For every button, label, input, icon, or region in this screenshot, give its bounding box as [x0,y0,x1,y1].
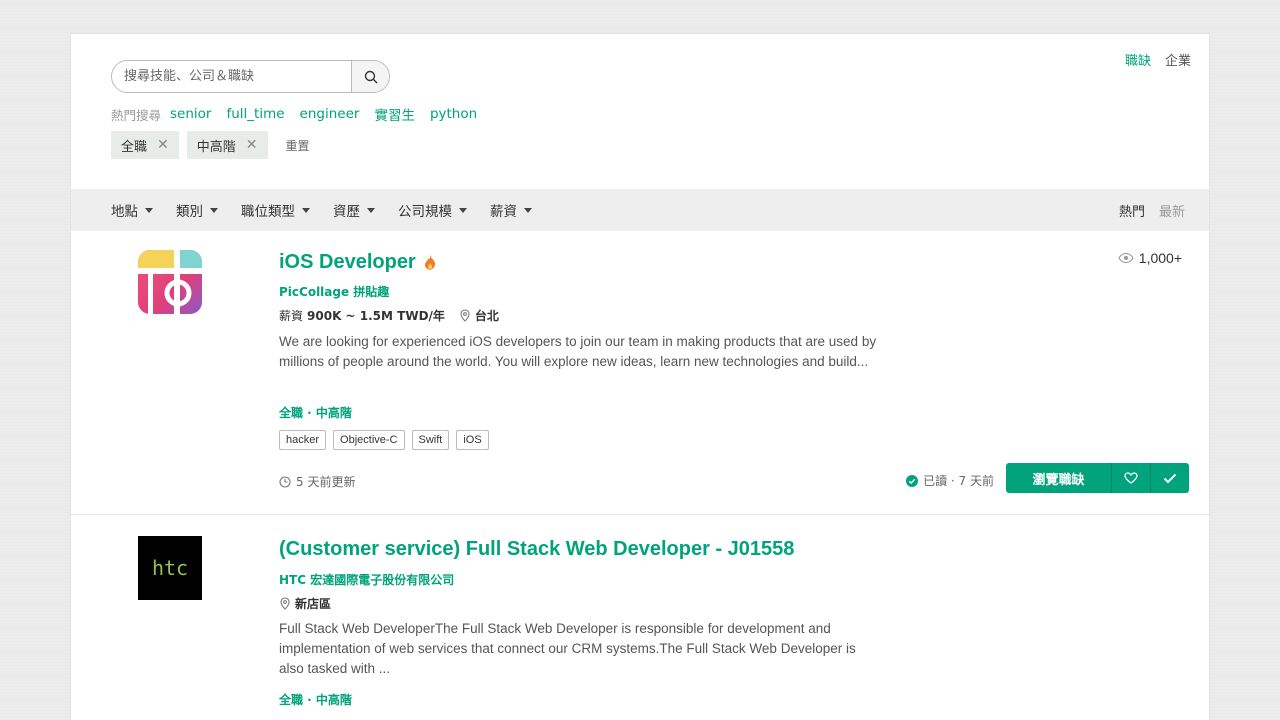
job-item: iOS Developer PicCollage 拼貼趣 薪資 900K ~ 1… [71,231,1209,515]
caret-down-icon [302,207,310,213]
caret-down-icon [524,207,532,213]
close-icon[interactable]: ✕ [246,137,258,153]
close-icon[interactable]: ✕ [157,137,169,153]
location-pin-icon [280,597,290,610]
caret-down-icon [459,207,467,213]
heart-icon [1124,472,1138,484]
read-status-label: 已讀 · 7 天前 [923,474,994,488]
filter-label: 薪資 [490,204,517,220]
hot-keyword[interactable]: 實習生 [374,104,415,124]
filter-label: 類別 [176,204,203,220]
chip-label: 全職 [121,139,148,155]
job-title: (Customer service) Full Stack Web Develo… [279,538,795,560]
job-description: Full Stack Web DeveloperThe Full Stack W… [279,621,856,676]
updated-label: 5 天前更新 [296,475,356,489]
job-title: iOS Developer [279,251,416,273]
check-circle-icon [906,474,919,487]
job-description: We are looking for experienced iOS devel… [279,334,877,369]
hot-keyword[interactable]: senior [170,106,211,122]
filter-salary-dropdown[interactable]: 薪資 [490,200,532,220]
job-listing-panel: 職缺 企業 熱門搜尋 senior full_time engineer 實習生… [70,33,1210,720]
job-meta: 薪資 900K ~ 1.5M TWD/年 台北 [279,307,499,324]
sort-options: 熱門 最新 [1119,201,1185,220]
search-box [111,60,390,93]
view-job-button[interactable]: 瀏覽職缺 [1006,463,1111,493]
active-filter-chips: 全職 ✕ 中高階 ✕ 重置 [111,131,310,159]
filter-label: 地點 [111,204,138,220]
job-tags: hacker Objective-C Swift iOS [279,430,489,450]
filter-job-type-dropdown[interactable]: 職位類型 [241,200,310,220]
salary-value: 900K ~ 1.5M TWD/年 [307,309,445,323]
htc-logo-text: htc [151,556,189,580]
location-value: 台北 [474,309,499,323]
company-link[interactable]: HTC 宏達國際電子股份有限公司 [279,571,454,588]
company-link[interactable]: PicCollage 拼貼趣 [279,283,389,300]
check-icon [1163,473,1177,483]
sort-latest[interactable]: 最新 [1159,201,1185,220]
updated-time: 5 天前更新 [279,473,355,490]
caret-down-icon [145,207,153,213]
view-count: 1,000+ [1118,250,1182,266]
top-nav: 職缺 企業 [1125,50,1191,69]
view-count-value: 1,000+ [1138,250,1182,266]
sort-hot[interactable]: 熱門 [1119,201,1145,220]
job-item: htc (Customer service) Full Stack Web De… [71,516,1209,720]
search-button[interactable] [351,61,389,92]
caret-down-icon [210,207,218,213]
job-title-link[interactable]: (Customer service) Full Stack Web Develo… [279,538,794,561]
save-job-button[interactable] [1111,463,1150,493]
hot-search-row: 熱門搜尋 senior full_time engineer 實習生 pytho… [111,104,492,124]
hot-keyword[interactable]: full_time [226,106,284,122]
filter-category-dropdown[interactable]: 類別 [176,200,218,220]
filter-bar: 地點 類別 職位類型 資歷 公司規模 薪資 熱門 最新 [71,189,1209,231]
skill-tag[interactable]: iOS [456,430,489,450]
eye-icon [1118,253,1134,263]
filter-seniority-dropdown[interactable]: 資歷 [333,200,375,220]
location-value: 新店區 [295,597,332,611]
filter-label: 資歷 [333,204,360,220]
skill-tag[interactable]: hacker [279,430,327,450]
piccollage-logo[interactable] [138,250,202,314]
read-status: 已讀 · 7 天前 [906,472,994,489]
nav-companies-link[interactable]: 企業 [1165,50,1191,69]
job-types: 全職 · 中高階 [279,406,352,420]
hot-keyword[interactable]: engineer [300,106,360,122]
reset-filters-link[interactable]: 重置 [286,137,310,154]
job-actions: 瀏覽職缺 [1006,463,1189,493]
caret-down-icon [367,207,375,213]
skill-tag[interactable]: Swift [411,430,450,450]
filter-label: 職位類型 [241,204,295,220]
hot-search-label: 熱門搜尋 [111,107,162,123]
filter-chip-full-time: 全職 ✕ [111,131,179,159]
filter-location-dropdown[interactable]: 地點 [111,200,153,220]
skill-tag[interactable]: Objective-C [333,430,405,450]
job-types: 全職 · 中高階 [279,693,352,707]
clock-icon [279,475,291,488]
filter-company-size-dropdown[interactable]: 公司規模 [398,200,467,220]
filter-chip-senior: 中高階 ✕ [186,131,268,159]
location-pin-icon [460,309,470,322]
mark-applied-button[interactable] [1150,463,1189,493]
flame-icon [424,255,435,270]
nav-jobs-link[interactable]: 職缺 [1125,50,1151,69]
htc-logo[interactable]: htc [138,536,202,600]
hot-keyword[interactable]: python [430,106,477,122]
search-input[interactable] [112,61,351,92]
filter-label: 公司規模 [398,204,452,220]
search-icon [364,70,377,83]
job-meta: 新店區 [279,595,331,612]
salary-label: 薪資 [279,309,304,323]
chip-label: 中高階 [196,139,236,155]
job-title-link[interactable]: iOS Developer [279,251,436,274]
